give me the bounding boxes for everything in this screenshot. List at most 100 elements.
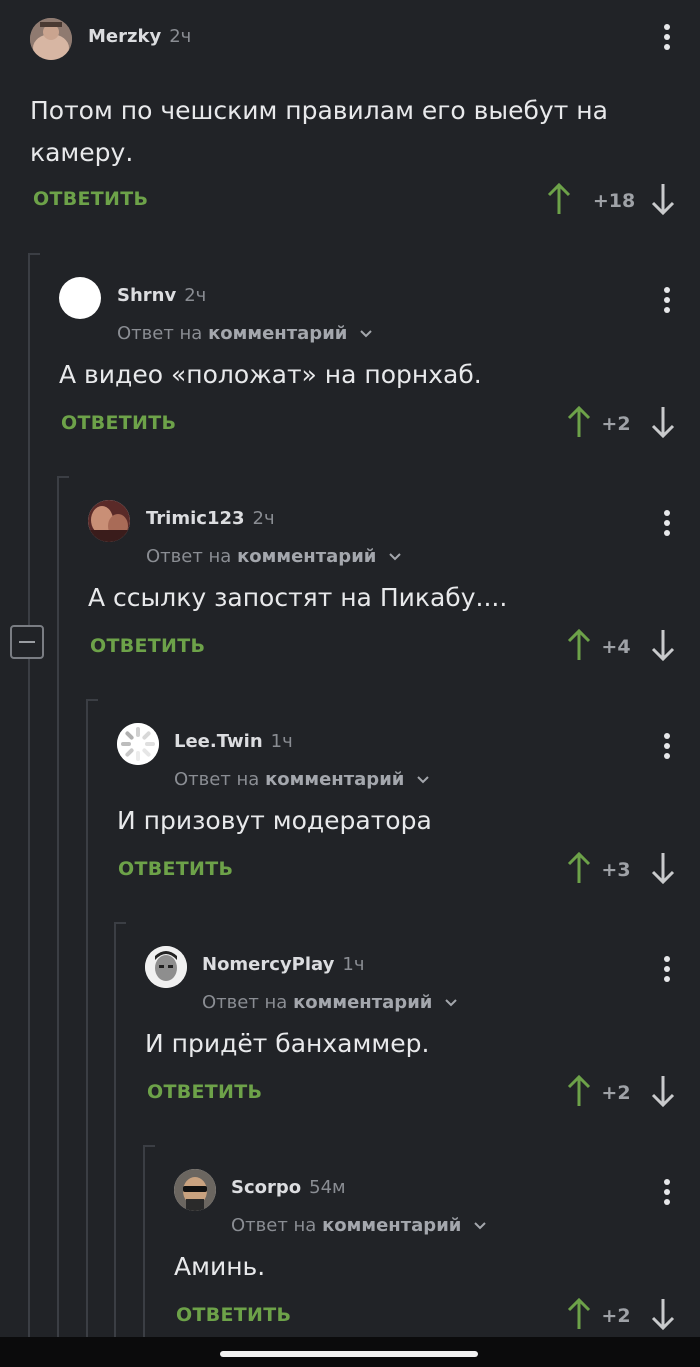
- reply-button[interactable]: ОТВЕТИТЬ: [176, 1304, 291, 1326]
- arrow-down-icon[interactable]: [650, 851, 676, 885]
- comment-text: А видео «положат» на порнхаб.: [59, 354, 482, 396]
- author-name[interactable]: Scorpo 54м: [231, 1177, 346, 1198]
- author-name[interactable]: Lee.Twin 1ч: [174, 731, 293, 752]
- vote-score: +3: [601, 859, 631, 881]
- comment-time: 1ч: [270, 731, 293, 752]
- reply-prefix: Ответ на: [146, 546, 232, 567]
- comment-text-line: камеру.: [30, 138, 134, 167]
- avatar[interactable]: [174, 1169, 216, 1211]
- vote-controls: +2: [566, 405, 676, 445]
- reply-prefix: Ответ на: [231, 1215, 317, 1236]
- comment-time: 54м: [309, 1177, 346, 1198]
- comment-text-line: И призовут модератора: [117, 806, 432, 835]
- author-name[interactable]: Shrnv 2ч: [117, 285, 206, 306]
- comment-text-line: Потом по чешским правилам его выебут на: [30, 96, 608, 125]
- chevron-down-icon[interactable]: [388, 552, 402, 562]
- arrow-down-icon[interactable]: [650, 1074, 676, 1108]
- comment-text-line: Аминь.: [174, 1252, 266, 1281]
- collapse-thread-button[interactable]: [10, 625, 44, 659]
- reply-to-link[interactable]: Ответ на комментарий: [174, 769, 430, 790]
- comment-text-line: А ссылку запостят на Пикабу....: [88, 583, 508, 612]
- author-name[interactable]: Merzky 2ч: [88, 26, 191, 47]
- comment: Merzky 2ч Потом по чешским правилам его в…: [0, 18, 700, 238]
- reply-target[interactable]: комментарий: [208, 323, 347, 344]
- vote-controls: +2: [566, 1297, 676, 1337]
- more-vertical-icon[interactable]: [662, 24, 672, 58]
- comment-text-line: А видео «положат» на порнхаб.: [59, 360, 482, 389]
- reply-button[interactable]: ОТВЕТИТЬ: [33, 188, 148, 210]
- comment-time: 1ч: [342, 954, 365, 975]
- comment-time: 2ч: [169, 26, 192, 47]
- avatar[interactable]: [117, 723, 159, 765]
- author-label[interactable]: Trimic123: [146, 508, 245, 529]
- reply-prefix: Ответ на: [117, 323, 203, 344]
- comment: Shrnv 2ч Ответ на комментарий А видео «по…: [0, 277, 700, 477]
- vote-score: +2: [601, 1082, 631, 1104]
- avatar[interactable]: [59, 277, 101, 319]
- chevron-down-icon[interactable]: [473, 1221, 487, 1231]
- comment: NomercyPlay 1ч Ответ на комментарий И при…: [0, 946, 700, 1146]
- arrow-down-icon[interactable]: [650, 628, 676, 662]
- arrow-up-icon[interactable]: [566, 405, 592, 439]
- comment-text: И призовут модератора: [117, 800, 432, 842]
- author-label[interactable]: Lee.Twin: [174, 731, 263, 752]
- thread-connector: [28, 253, 40, 255]
- comment: Lee.Twin 1ч Ответ на комментарий И призов…: [0, 723, 700, 923]
- author-label[interactable]: NomercyPlay: [202, 954, 334, 975]
- more-vertical-icon[interactable]: [662, 510, 672, 544]
- reply-target[interactable]: комментарий: [322, 1215, 461, 1236]
- arrow-down-icon[interactable]: [650, 1297, 676, 1331]
- vote-controls: +4: [566, 628, 676, 668]
- comment-text: Потом по чешским правилам его выебут на …: [30, 90, 608, 174]
- comment-time: 2ч: [252, 508, 275, 529]
- reply-button[interactable]: ОТВЕТИТЬ: [90, 635, 205, 657]
- more-vertical-icon[interactable]: [662, 1179, 672, 1213]
- comment: Trimic123 2ч Ответ на комментарий А ссылк…: [0, 500, 700, 700]
- more-vertical-icon[interactable]: [662, 956, 672, 990]
- comment-text: А ссылку запостят на Пикабу....: [88, 577, 507, 619]
- arrow-up-icon[interactable]: [566, 1074, 592, 1108]
- reply-to-link[interactable]: Ответ на комментарий: [117, 323, 373, 344]
- vote-controls: +2: [566, 1074, 676, 1114]
- author-label[interactable]: Shrnv: [117, 285, 176, 306]
- reply-button[interactable]: ОТВЕТИТЬ: [147, 1081, 262, 1103]
- chevron-down-icon[interactable]: [444, 998, 458, 1008]
- home-indicator[interactable]: [220, 1351, 478, 1357]
- vote-controls: +3: [566, 851, 676, 891]
- avatar[interactable]: [30, 18, 72, 60]
- more-vertical-icon[interactable]: [662, 733, 672, 767]
- arrow-up-icon[interactable]: [566, 628, 592, 662]
- reply-prefix: Ответ на: [174, 769, 260, 790]
- reply-button[interactable]: ОТВЕТИТЬ: [118, 858, 233, 880]
- comment-time: 2ч: [184, 285, 207, 306]
- reply-button[interactable]: ОТВЕТИТЬ: [61, 412, 176, 434]
- author-name[interactable]: Trimic123 2ч: [146, 508, 275, 529]
- author-label[interactable]: Scorpo: [231, 1177, 301, 1198]
- arrow-up-icon[interactable]: [566, 851, 592, 885]
- author-name[interactable]: NomercyPlay 1ч: [202, 954, 364, 975]
- reply-target[interactable]: комментарий: [237, 546, 376, 567]
- vote-score: +18: [592, 190, 636, 212]
- reply-to-link[interactable]: Ответ на комментарий: [202, 992, 458, 1013]
- reply-target[interactable]: комментарий: [265, 769, 404, 790]
- reply-prefix: Ответ на: [202, 992, 288, 1013]
- vote-score: +2: [601, 413, 631, 435]
- avatar[interactable]: [145, 946, 187, 988]
- reply-to-link[interactable]: Ответ на комментарий: [231, 1215, 487, 1236]
- system-navigation-bar: [0, 1337, 700, 1367]
- vote-controls: +18: [546, 182, 676, 222]
- chevron-down-icon[interactable]: [359, 329, 373, 339]
- author-label[interactable]: Merzky: [88, 26, 161, 47]
- reply-target[interactable]: комментарий: [293, 992, 432, 1013]
- arrow-down-icon[interactable]: [650, 405, 676, 439]
- comment: Scorpo 54м Ответ на комментарий Аминь. ОТ…: [0, 1169, 700, 1339]
- comment-text-line: И придёт банхаммер.: [145, 1029, 430, 1058]
- arrow-down-icon[interactable]: [650, 182, 676, 216]
- minus-icon: [19, 641, 35, 643]
- avatar[interactable]: [88, 500, 130, 542]
- arrow-up-icon[interactable]: [566, 1297, 592, 1331]
- reply-to-link[interactable]: Ответ на комментарий: [146, 546, 402, 567]
- chevron-down-icon[interactable]: [416, 775, 430, 785]
- more-vertical-icon[interactable]: [662, 287, 672, 321]
- arrow-up-icon[interactable]: [546, 182, 572, 216]
